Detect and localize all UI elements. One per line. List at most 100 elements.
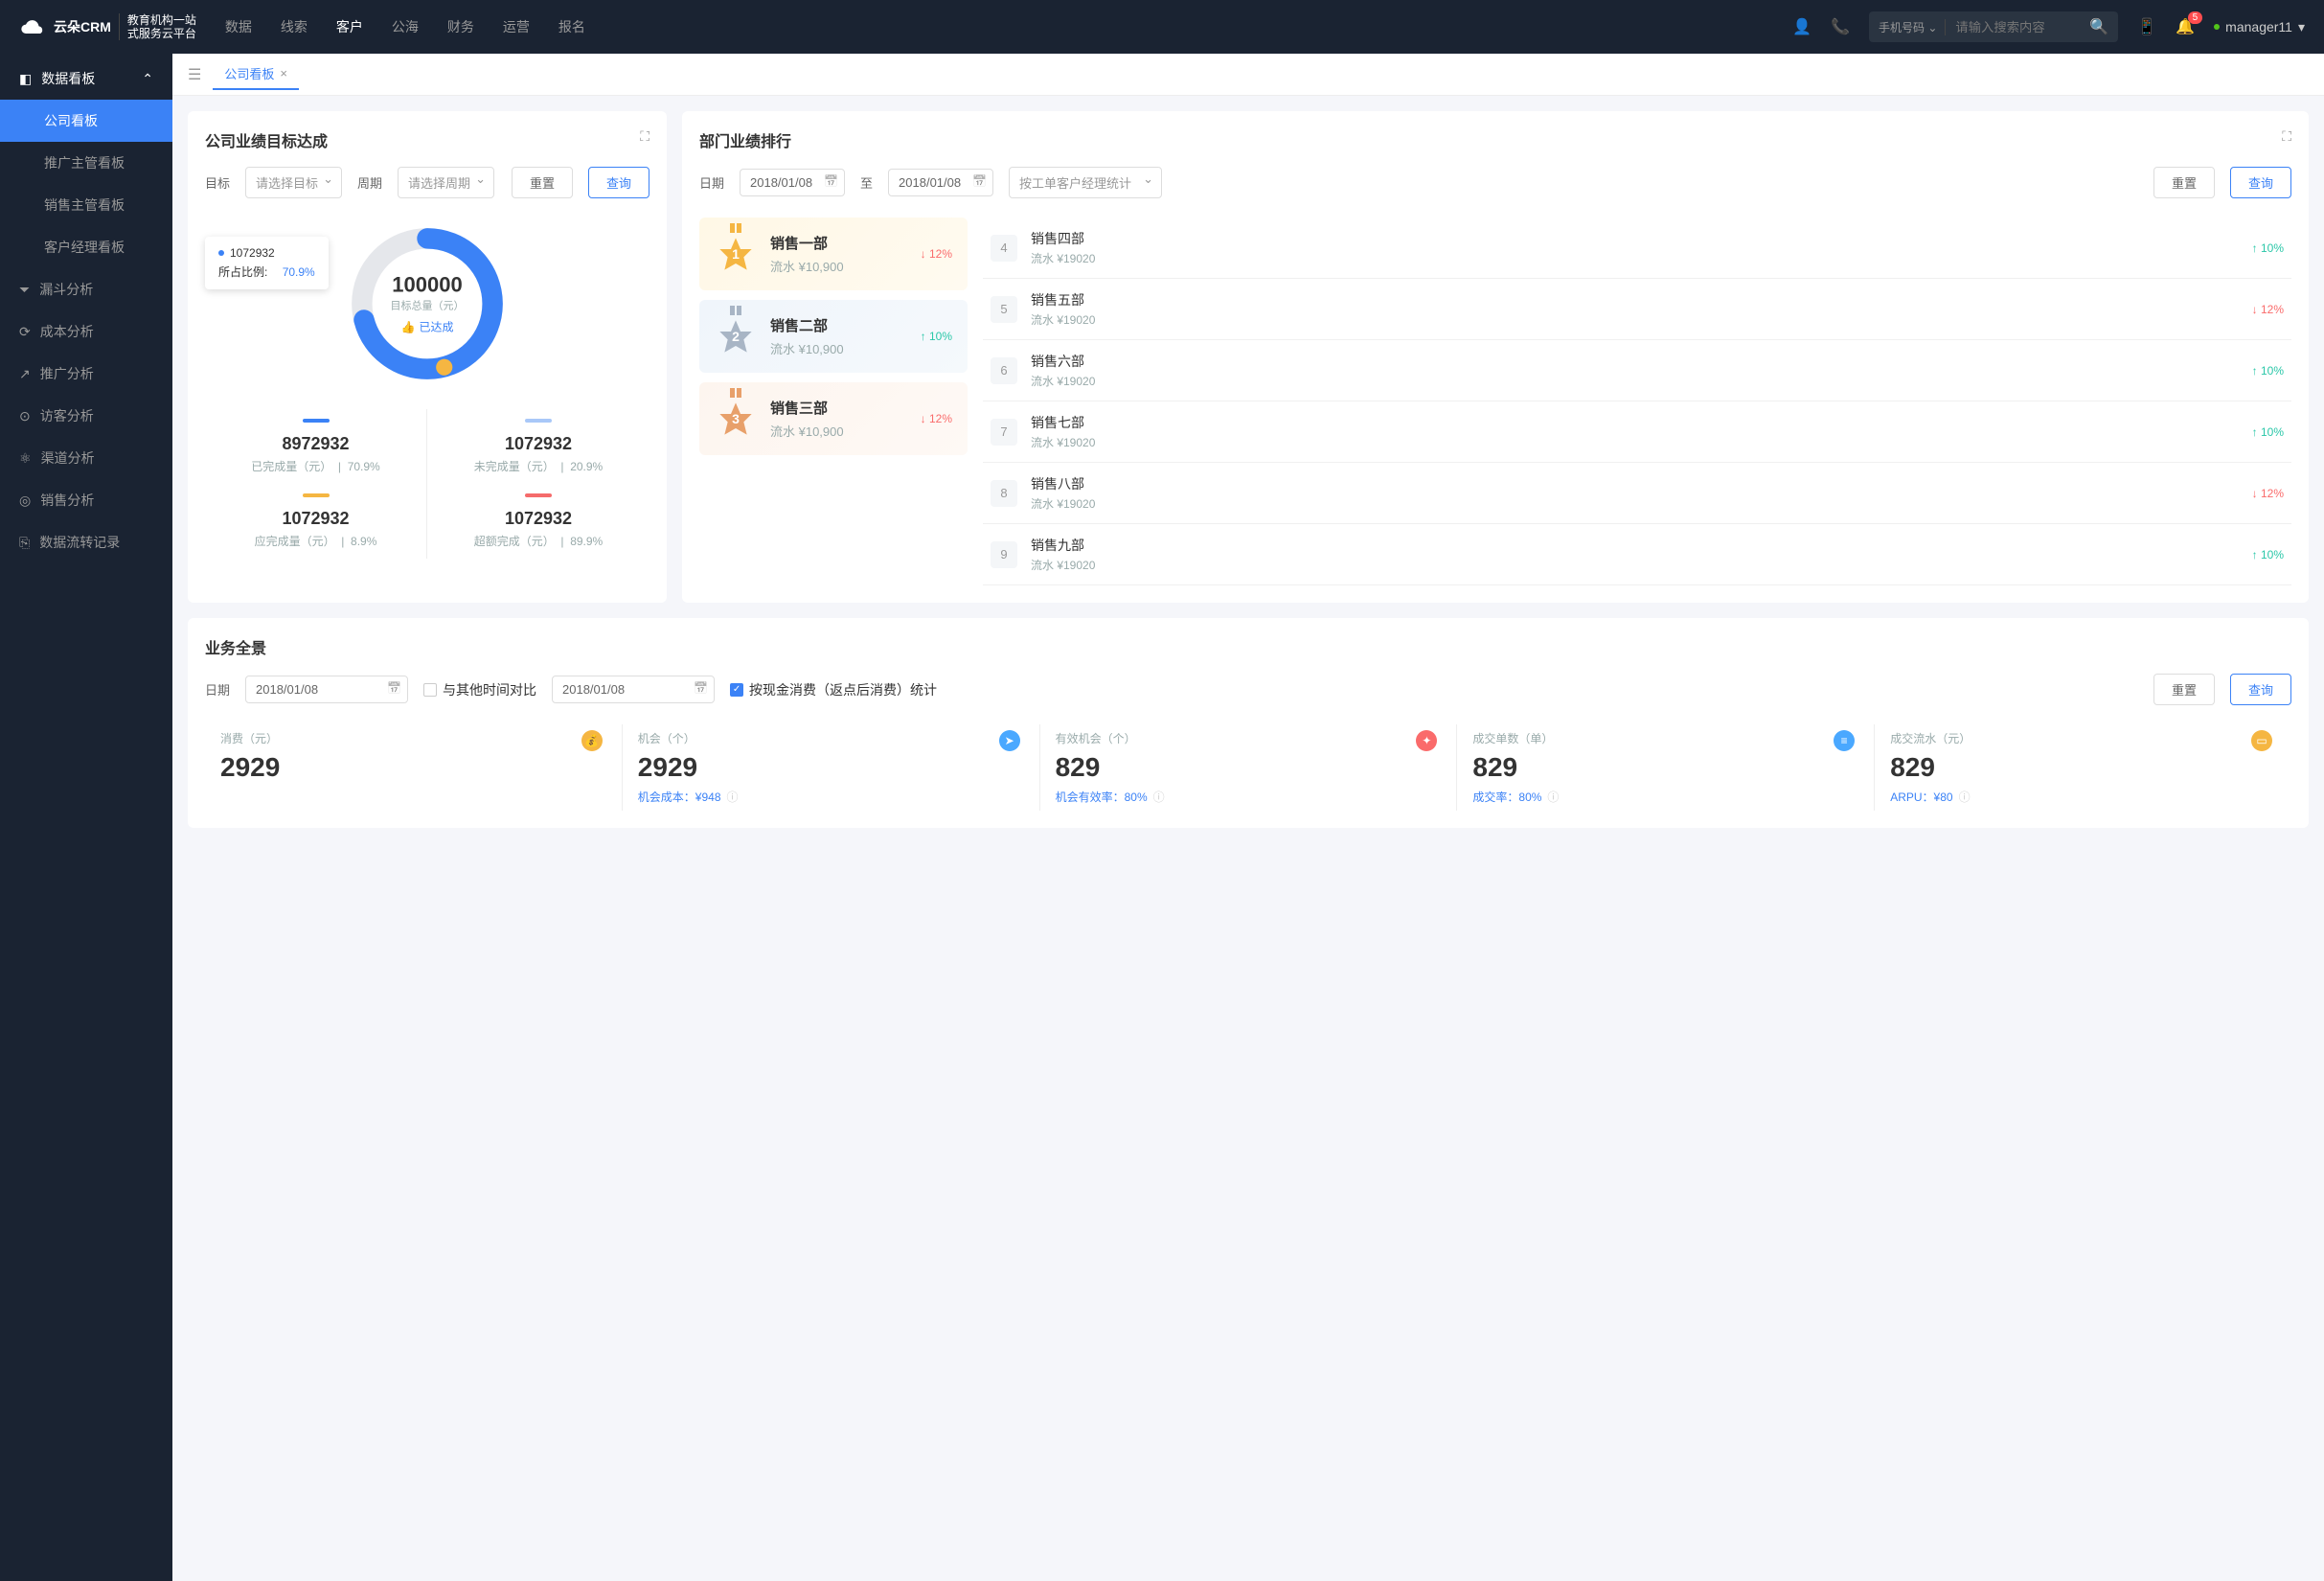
menu-toggle-icon[interactable]: ☰ [188, 65, 201, 84]
query-button[interactable]: 查询 [2230, 674, 2291, 705]
rank-percent: ↓ 12% [2252, 303, 2284, 316]
target-card: ⛶ 公司业绩目标达成 目标 请选择目标 周期 请选择周期 重置 查询 10729… [188, 111, 667, 603]
info-icon[interactable]: ⓘ [727, 789, 739, 805]
sidebar-item-0[interactable]: ⏷漏斗分析 [0, 268, 172, 310]
sidebar-sub-0[interactable]: 公司看板 [0, 100, 172, 142]
period-select[interactable]: 请选择周期 [398, 167, 494, 198]
sidebar-item-1[interactable]: ⟳成本分析 [0, 310, 172, 353]
nav-item-1[interactable]: 线索 [281, 17, 308, 36]
date-from-input[interactable]: 2018/01/08 [740, 169, 845, 196]
search-box: 手机号码 ⌄ 🔍 [1869, 11, 2118, 42]
search-input[interactable] [1946, 20, 2089, 34]
overview-stat: ✦有效机会（个）829机会有效率：80%ⓘ [1040, 724, 1458, 811]
sidebar-item-5[interactable]: ◎销售分析 [0, 479, 172, 521]
rank-percent: ↑ 10% [2252, 425, 2284, 439]
tooltip-ratio: 70.9% [283, 265, 315, 279]
chevron-up-icon: ⌃ [142, 71, 153, 87]
rank-name: 销售四部 [1031, 229, 2239, 248]
nav-item-0[interactable]: 数据 [225, 17, 252, 36]
rank-top-2[interactable]: 2销售二部流水 ¥10,900↑ 10% [699, 300, 968, 373]
sidebar-item-4[interactable]: ⚛渠道分析 [0, 437, 172, 479]
expand-icon[interactable]: ⛶ [640, 128, 649, 145]
user-menu[interactable]: manager11 ▾ [2214, 19, 2305, 35]
sidebar-item-label: 销售分析 [40, 491, 94, 510]
compare-checkbox[interactable]: 与其他时间对比 [423, 680, 536, 699]
donut-chart: 100000 目标总量（元） 👍已达成 [341, 218, 513, 390]
sidebar-item-6[interactable]: ⎘数据流转记录 [0, 521, 172, 563]
rank-revenue: 流水 ¥19020 [1031, 250, 2239, 266]
search-type-select[interactable]: 手机号码 ⌄ [1879, 19, 1946, 35]
info-icon[interactable]: ⓘ [1153, 789, 1165, 805]
target-select[interactable]: 请选择目标 [245, 167, 342, 198]
brand-tagline: 教育机构一站式服务云平台 [119, 13, 196, 41]
overview-stat: 💰消费（元）2929 [205, 724, 623, 811]
cloud-logo-icon [19, 13, 46, 40]
target-stat: 1072932应完成量（元） | 8.9% [205, 484, 427, 559]
rank-top-3[interactable]: 3销售三部流水 ¥10,900↓ 12% [699, 382, 968, 455]
sidebar-item-label: 渠道分析 [41, 448, 95, 468]
sidebar-item-icon: ⊙ [19, 408, 31, 424]
nav-item-6[interactable]: 报名 [558, 17, 585, 36]
brand-name: 云朵CRM [54, 17, 111, 36]
donut-status-badge: 👍已达成 [401, 319, 454, 335]
rank-name: 销售一部 [770, 233, 844, 253]
sidebar-group-dashboard[interactable]: ◧ 数据看板 ⌃ [0, 57, 172, 100]
mobile-icon[interactable]: 📱 [2137, 17, 2156, 36]
cash-checkbox[interactable]: ✓ 按现金消费（返点后消费）统计 [730, 680, 937, 699]
notification-button[interactable]: 🔔 5 [2176, 17, 2195, 36]
close-icon[interactable]: × [280, 66, 287, 80]
user-icon[interactable]: 👤 [1792, 17, 1811, 36]
nav-item-3[interactable]: 公海 [392, 17, 419, 36]
status-dot-icon [2214, 24, 2220, 30]
tab-company-dashboard[interactable]: 公司看板 × [213, 58, 299, 90]
period-label: 周期 [357, 173, 382, 192]
rank-row-7[interactable]: 7销售七部流水 ¥19020↑ 10% [983, 401, 2291, 463]
rank-top-1[interactable]: 1销售一部流水 ¥10,900↓ 12% [699, 218, 968, 290]
medal-icon: 3 [715, 398, 757, 440]
info-icon[interactable]: ⓘ [1547, 789, 1559, 805]
overview-date-input[interactable]: 2018/01/08 [245, 676, 408, 703]
target-stat: 1072932超额完成（元） | 89.9% [427, 484, 649, 559]
rank-row-4[interactable]: 4销售四部流水 ¥19020↑ 10% [983, 218, 2291, 279]
rank-name: 销售二部 [770, 315, 844, 335]
overview-stat: ≡成交单数（单）829成交率：80%ⓘ [1457, 724, 1875, 811]
donut-total: 100000 [391, 273, 465, 298]
sidebar-sub-2[interactable]: 销售主管看板 [0, 184, 172, 226]
medal-icon: 2 [715, 315, 757, 357]
rank-row-8[interactable]: 8销售八部流水 ¥19020↓ 12% [983, 463, 2291, 524]
stat-method-select[interactable]: 按工单客户经理统计 [1009, 167, 1162, 198]
ov-label: 有效机会（个） [1056, 730, 1442, 746]
reset-button[interactable]: 重置 [2153, 167, 2215, 198]
info-icon[interactable]: ⓘ [1959, 789, 1971, 805]
ov-value: 829 [1472, 752, 1858, 783]
sidebar-sub-1[interactable]: 推广主管看板 [0, 142, 172, 184]
reset-button[interactable]: 重置 [512, 167, 573, 198]
thumbsup-icon: 👍 [401, 320, 416, 333]
reset-button[interactable]: 重置 [2153, 674, 2215, 705]
ov-sub: 机会成本：¥948ⓘ [638, 789, 1024, 805]
expand-icon[interactable]: ⛶ [2282, 128, 2291, 145]
stat-value: 1072932 [437, 509, 640, 529]
rank-row-9[interactable]: 9销售九部流水 ¥19020↑ 10% [983, 524, 2291, 585]
query-button[interactable]: 查询 [2230, 167, 2291, 198]
date-to-input[interactable]: 2018/01/08 [888, 169, 993, 196]
rank-row-6[interactable]: 6销售六部流水 ¥19020↑ 10% [983, 340, 2291, 401]
ov-sub: ARPU：¥80ⓘ [1890, 789, 2276, 805]
overview-compare-date-input[interactable]: 2018/01/08 [552, 676, 715, 703]
rank-name: 销售五部 [1031, 290, 2239, 309]
sidebar-sub-3[interactable]: 客户经理看板 [0, 226, 172, 268]
date-to-label: 至 [860, 173, 873, 192]
phone-icon[interactable]: 📞 [1831, 17, 1850, 36]
nav-item-5[interactable]: 运营 [503, 17, 530, 36]
sidebar-item-icon: ⟳ [19, 324, 31, 340]
search-icon[interactable]: 🔍 [2089, 17, 2108, 36]
nav-item-4[interactable]: 财务 [447, 17, 474, 36]
sidebar-item-3[interactable]: ⊙访客分析 [0, 395, 172, 437]
query-button[interactable]: 查询 [588, 167, 649, 198]
nav-item-2[interactable]: 客户 [336, 17, 363, 36]
sidebar-item-2[interactable]: ↗推广分析 [0, 353, 172, 395]
stat-icon: 💰 [581, 730, 603, 751]
sidebar-item-label: 推广分析 [40, 364, 94, 383]
rank-row-5[interactable]: 5销售五部流水 ¥19020↓ 12% [983, 279, 2291, 340]
ov-sub: 机会有效率：80%ⓘ [1056, 789, 1442, 805]
